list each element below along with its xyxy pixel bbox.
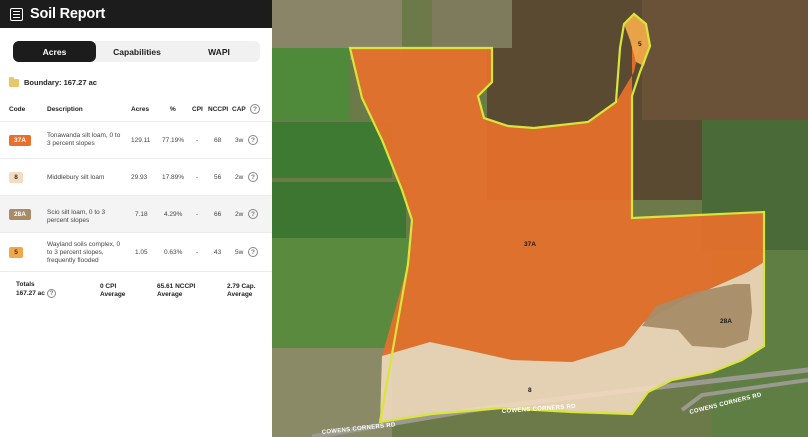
- aerial-field: [272, 122, 392, 178]
- map-label-37a: 37A: [524, 241, 536, 248]
- row-cpi: -: [196, 137, 199, 144]
- totals-cpi: 0 CPI: [100, 283, 117, 290]
- totals-cap: 2.79 Cap.: [227, 283, 256, 290]
- row-help-icon[interactable]: ?: [248, 209, 258, 219]
- row-percent: 4.29%: [164, 211, 183, 218]
- totals-cap-sub: Average: [227, 291, 253, 298]
- row-nccpi: 68: [214, 137, 222, 144]
- row-percent: 77.19%: [162, 137, 185, 144]
- row-nccpi: 56: [214, 174, 222, 181]
- row-acres: 129.11: [131, 137, 151, 144]
- row-cap: 2w: [235, 174, 244, 181]
- totals-row: Totals 167.27 ac ? 0 CPI Average 65.61 N…: [0, 271, 272, 303]
- row-help-icon[interactable]: ?: [248, 172, 258, 182]
- panel-title: Soil Report: [30, 6, 106, 22]
- row-cpi: -: [196, 211, 199, 218]
- soil-code-badge: 37A: [9, 135, 31, 146]
- folder-icon: [9, 76, 19, 87]
- tab-bar: Acres Capabilities WAPI: [13, 41, 260, 62]
- map-canvas[interactable]: 37A 28A 8 5 COWENS CORNERS RD COWENS COR…: [272, 0, 808, 437]
- map-label-28a: 28A: [720, 318, 732, 325]
- tab-wapi[interactable]: WAPI: [178, 41, 260, 62]
- totals-cpi-sub: Average: [100, 291, 126, 298]
- tab-capabilities[interactable]: Capabilities: [96, 41, 178, 62]
- aerial-field: [272, 182, 406, 238]
- aerial-field: [432, 0, 512, 48]
- table-row[interactable]: 5 Wayland soils complex, 0 to 3 percent …: [0, 232, 272, 271]
- tab-acres[interactable]: Acres: [13, 41, 96, 62]
- table-header: Code Description Acres % CPI NCCPI CAP ?: [0, 103, 272, 117]
- boundary-summary: Boundary: 167.27 ac: [9, 76, 97, 87]
- row-acres: 1.05: [135, 249, 148, 256]
- row-help-icon[interactable]: ?: [248, 135, 258, 145]
- col-percent: %: [170, 106, 176, 113]
- row-percent: 17.89%: [162, 174, 185, 181]
- soil-report-panel: Soil Report Acres Capabilities WAPI Boun…: [0, 0, 272, 437]
- totals-nccpi-sub: Average: [157, 291, 183, 298]
- col-acres: Acres: [131, 106, 150, 113]
- col-cap: CAP: [232, 106, 246, 113]
- map-label-5: 5: [638, 41, 642, 48]
- soil-map[interactable]: 37A 28A 8 5 COWENS CORNERS RD COWENS COR…: [272, 0, 808, 437]
- soil-code-badge: 5: [9, 247, 23, 258]
- row-cap: 2w: [235, 211, 244, 218]
- table-row[interactable]: 37A Tonawanda silt loam, 0 to 3 percent …: [0, 121, 272, 158]
- table-row[interactable]: 28A Scio silt loam, 0 to 3 percent slope…: [0, 195, 272, 232]
- help-icon[interactable]: ?: [250, 104, 260, 114]
- boundary-label: Boundary: 167.27 ac: [24, 78, 97, 87]
- row-nccpi: 66: [214, 211, 222, 218]
- soil-code-badge: 8: [9, 172, 23, 183]
- totals-nccpi: 65.61 NCCPI: [157, 283, 196, 290]
- aerial-woods: [642, 0, 808, 120]
- col-description: Description: [47, 106, 83, 113]
- row-help-icon[interactable]: ?: [248, 247, 258, 257]
- row-percent: 0.63%: [164, 249, 183, 256]
- row-acres: 29.93: [131, 174, 148, 181]
- aerial-field: [272, 48, 350, 120]
- totals-help-icon[interactable]: ?: [47, 289, 56, 298]
- row-description: Middlebury silt loam: [47, 174, 105, 181]
- row-acres: 7.18: [135, 211, 148, 218]
- map-label-8: 8: [528, 387, 532, 394]
- report-icon: [10, 7, 23, 21]
- soil-code-badge: 28A: [9, 209, 31, 220]
- row-cpi: -: [196, 249, 199, 256]
- col-code: Code: [9, 106, 26, 113]
- row-cap: 5w: [235, 249, 244, 256]
- totals-acres: 167.27 ac: [16, 290, 45, 297]
- row-cap: 3w: [235, 137, 244, 144]
- row-description: Wayland soils complex, 0 to 3 percent sl…: [47, 241, 121, 264]
- totals-label: Totals: [16, 281, 35, 288]
- col-nccpi: NCCPI: [208, 106, 229, 113]
- table-row[interactable]: 8 Middlebury silt loam 29.93 17.89% - 56…: [0, 158, 272, 195]
- row-cpi: -: [196, 174, 199, 181]
- row-nccpi: 43: [214, 249, 222, 256]
- col-cpi: CPI: [192, 106, 203, 113]
- row-description: Tonawanda silt loam, 0 to 3 percent slop…: [47, 132, 121, 147]
- row-description: Scio silt loam, 0 to 3 percent slopes: [47, 209, 106, 224]
- panel-header: Soil Report: [0, 0, 272, 28]
